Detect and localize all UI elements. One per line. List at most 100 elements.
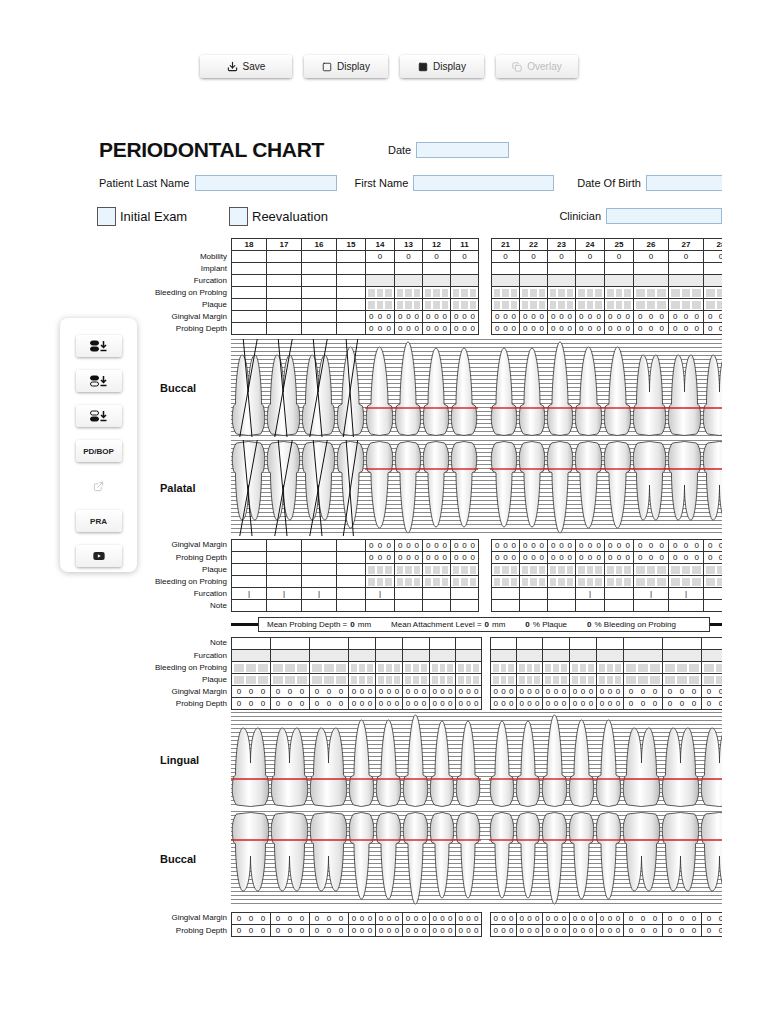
- chart-cell[interactable]: [702, 638, 722, 650]
- tooth-figure[interactable]: [667, 440, 702, 536]
- site-box[interactable]: [447, 664, 453, 672]
- chart-cell[interactable]: 000: [634, 540, 669, 552]
- site-box[interactable]: [616, 289, 623, 297]
- chart-cell[interactable]: 0: [634, 251, 669, 263]
- clinician-field[interactable]: [606, 208, 722, 224]
- site-box[interactable]: [368, 566, 375, 574]
- site-box[interactable]: [624, 578, 631, 586]
- chart-cell[interactable]: 000: [271, 686, 310, 698]
- site-box[interactable]: [567, 301, 573, 309]
- site-box[interactable]: [567, 578, 573, 586]
- site-box[interactable]: [368, 289, 375, 297]
- chart-cell[interactable]: [517, 662, 543, 674]
- chart-cell[interactable]: [543, 638, 570, 650]
- tooth-figure[interactable]: [394, 440, 422, 536]
- tooth-figure[interactable]: [336, 339, 365, 437]
- site-box[interactable]: [671, 289, 680, 297]
- site-box[interactable]: [432, 676, 438, 684]
- site-box[interactable]: [453, 301, 459, 309]
- chart-cell[interactable]: 000: [597, 698, 624, 710]
- tooth-figure[interactable]: [661, 712, 700, 808]
- site-box[interactable]: [587, 578, 594, 586]
- site-box[interactable]: [511, 289, 517, 297]
- site-box[interactable]: [607, 289, 614, 297]
- chart-cell[interactable]: [423, 287, 451, 299]
- tooth-figure[interactable]: [568, 712, 595, 808]
- tooth-figure[interactable]: [309, 712, 348, 808]
- chart-cell[interactable]: [403, 638, 430, 650]
- site-box[interactable]: [692, 289, 701, 297]
- site-box[interactable]: [616, 578, 623, 586]
- tooth-figure[interactable]: [541, 811, 568, 907]
- tooth-figure[interactable]: [622, 712, 661, 808]
- chart-cell[interactable]: 000: [548, 323, 576, 335]
- chart-cell[interactable]: 000: [423, 540, 451, 552]
- tooth-figure[interactable]: [632, 339, 667, 437]
- site-box[interactable]: [607, 301, 614, 309]
- site-box[interactable]: [458, 664, 464, 672]
- site-box[interactable]: [550, 566, 556, 574]
- site-box[interactable]: [414, 566, 420, 574]
- chart-cell[interactable]: 000: [520, 552, 548, 564]
- chart-cell[interactable]: [456, 674, 482, 686]
- chart-cell[interactable]: 0: [451, 251, 479, 263]
- chart-cell[interactable]: 000: [520, 540, 548, 552]
- chart-cell[interactable]: 000: [430, 686, 456, 698]
- chart-cell[interactable]: 000: [423, 552, 451, 564]
- chart-cell[interactable]: [576, 275, 605, 287]
- chart-cell[interactable]: [492, 263, 520, 275]
- chart-cell[interactable]: [423, 576, 451, 588]
- site-box[interactable]: [442, 566, 448, 574]
- site-box[interactable]: [425, 289, 431, 297]
- chart-cell[interactable]: [423, 588, 451, 600]
- tooth-figure[interactable]: [574, 440, 603, 536]
- site-box[interactable]: [588, 664, 594, 672]
- site-box[interactable]: [578, 301, 585, 309]
- chart-cell[interactable]: [570, 674, 597, 686]
- chart-cell[interactable]: 000: [451, 552, 479, 564]
- chart-cell[interactable]: [520, 263, 548, 275]
- chart-cell[interactable]: 000: [704, 540, 722, 552]
- chart-cell[interactable]: [451, 600, 479, 612]
- chart-cell[interactable]: [704, 263, 722, 275]
- chart-cell[interactable]: [349, 650, 376, 662]
- chart-cell[interactable]: [423, 263, 451, 275]
- site-box[interactable]: [716, 664, 722, 672]
- site-box[interactable]: [494, 566, 500, 574]
- chart-cell[interactable]: 000: [271, 925, 310, 937]
- chart-cell[interactable]: [232, 674, 271, 686]
- chart-cell[interactable]: 000: [310, 925, 349, 937]
- tooth-figure[interactable]: [661, 811, 700, 907]
- site-box[interactable]: [665, 676, 675, 684]
- site-box[interactable]: [567, 566, 573, 574]
- chart-cell[interactable]: 0: [366, 251, 395, 263]
- chart-cell[interactable]: [349, 674, 376, 686]
- chart-cell[interactable]: [570, 638, 597, 650]
- chart-cell[interactable]: [669, 564, 704, 576]
- site-box[interactable]: [558, 301, 564, 309]
- tooth-figure[interactable]: [490, 440, 518, 536]
- site-box[interactable]: [405, 676, 411, 684]
- toolbar-button[interactable]: Display: [304, 55, 388, 78]
- chart-cell[interactable]: 000: [349, 913, 376, 925]
- chart-cell[interactable]: 000: [548, 311, 576, 323]
- chart-cell[interactable]: 000: [456, 925, 482, 937]
- chart-cell[interactable]: 000: [310, 686, 349, 698]
- chart-cell[interactable]: [576, 564, 605, 576]
- site-box[interactable]: [493, 664, 499, 672]
- tooth-figure[interactable]: [490, 339, 518, 437]
- chart-cell[interactable]: [366, 576, 395, 588]
- chart-cell[interactable]: [430, 674, 456, 686]
- tooth-figure[interactable]: [595, 712, 622, 808]
- site-box[interactable]: [561, 664, 567, 672]
- chart-cell[interactable]: 000: [702, 913, 722, 925]
- site-box[interactable]: [453, 566, 459, 574]
- site-box[interactable]: [615, 664, 621, 672]
- tooth-figure[interactable]: [422, 339, 450, 437]
- site-box[interactable]: [624, 566, 631, 574]
- chart-cell[interactable]: 000: [403, 913, 430, 925]
- site-box[interactable]: [246, 676, 256, 684]
- chart-cell[interactable]: 000: [376, 698, 403, 710]
- site-box[interactable]: [599, 676, 605, 684]
- chart-cell[interactable]: [669, 287, 704, 299]
